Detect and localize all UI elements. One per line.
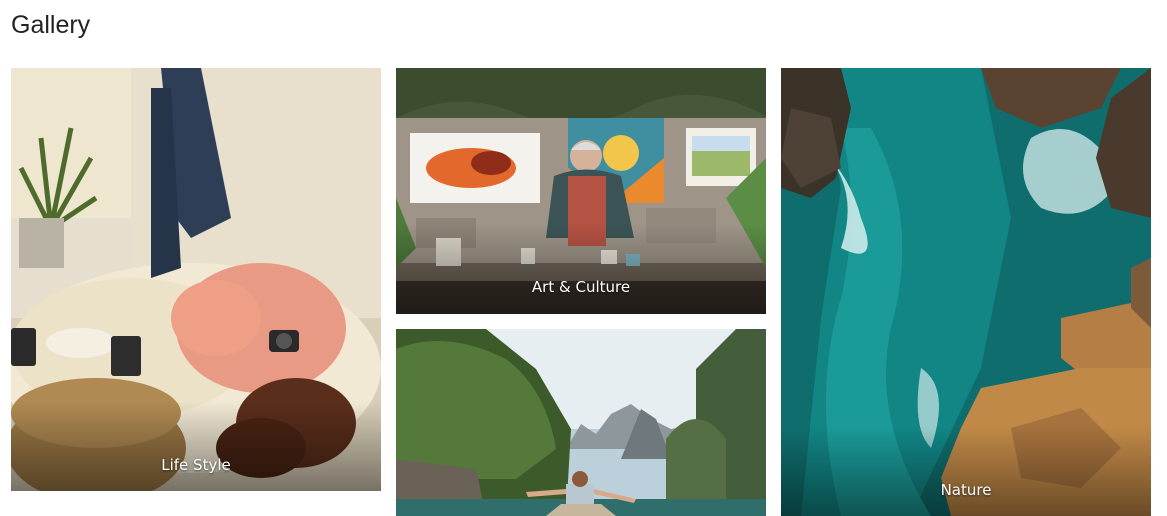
card-caption: Nature <box>940 481 992 499</box>
caption-shade <box>11 401 381 491</box>
caption-shade <box>396 224 766 314</box>
page-title: Gallery <box>11 11 91 39</box>
caption-shade <box>781 426 1151 516</box>
travel-photo <box>396 329 766 516</box>
gallery-card-travel[interactable] <box>396 329 766 516</box>
card-caption: Life Style <box>161 456 231 474</box>
gallery-card-lifestyle[interactable]: Life Style <box>11 68 381 491</box>
gallery-card-nature[interactable]: Nature <box>781 68 1151 516</box>
gallery-card-art-culture[interactable]: Art & Culture <box>396 68 766 314</box>
card-caption: Art & Culture <box>531 278 631 296</box>
